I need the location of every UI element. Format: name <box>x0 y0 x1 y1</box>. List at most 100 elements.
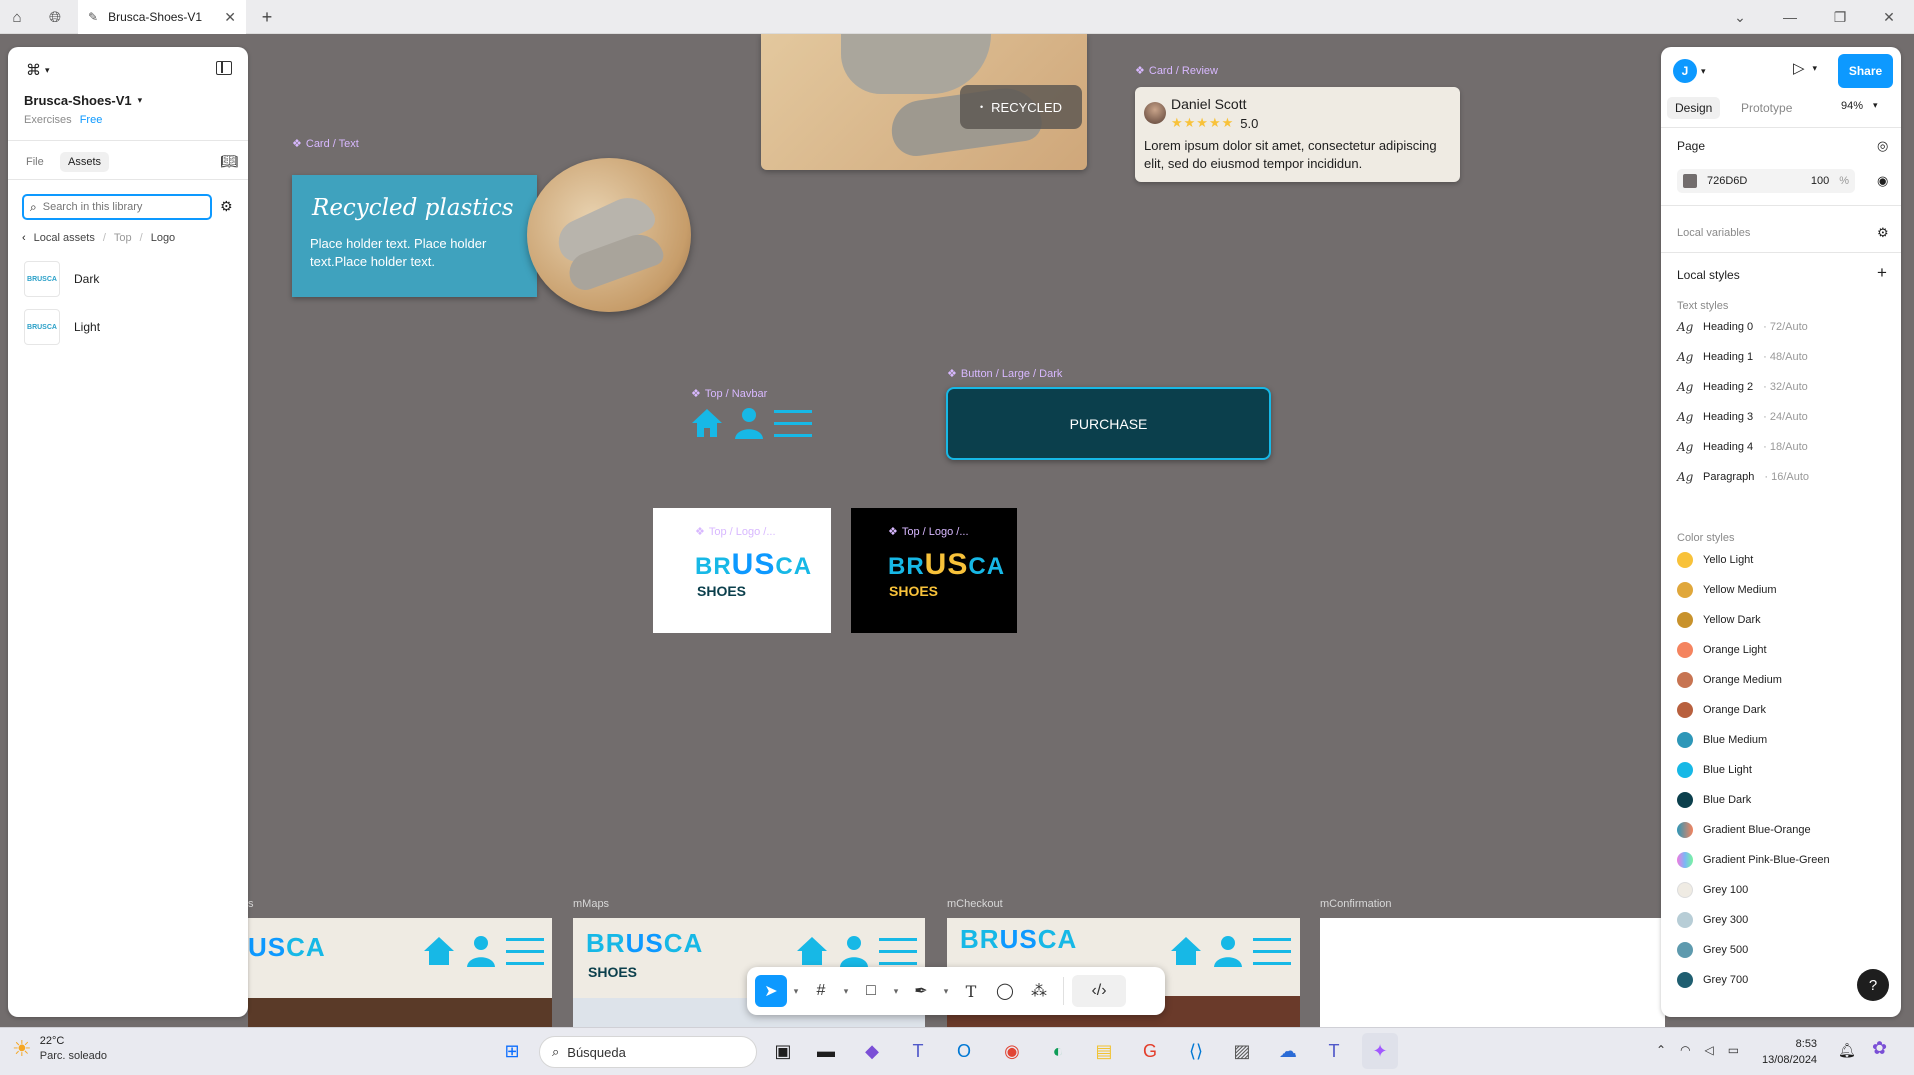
frame-label-0[interactable]: s <box>248 898 254 910</box>
frame-label-checkout[interactable]: mCheckout <box>947 898 1003 910</box>
frame-label-confirmation[interactable]: mConfirmation <box>1320 898 1392 910</box>
asset-item-light[interactable]: BRUSCA Light <box>24 309 100 345</box>
teams-icon[interactable]: T <box>900 1033 936 1069</box>
task-view-icon[interactable]: ▣ <box>765 1033 801 1069</box>
file-tab[interactable]: ✎ Brusca-Shoes-V1 ✕ <box>78 0 246 34</box>
color-style-item[interactable]: Gradient Blue-Orange <box>1677 815 1830 845</box>
color-style-item[interactable]: Grey 700 <box>1677 965 1830 995</box>
chevron-down-icon[interactable]: ▾ <box>889 975 903 1007</box>
back-chevron-icon[interactable]: ‹ <box>22 232 26 244</box>
restore-icon[interactable]: ❐ <box>1815 0 1865 34</box>
color-style-item[interactable]: Yello Light <box>1677 545 1830 575</box>
tab-prototype[interactable]: Prototype <box>1733 97 1800 119</box>
page-settings-icon[interactable]: ◎ <box>1877 138 1888 154</box>
text-tool-icon[interactable]: T <box>955 975 987 1007</box>
text-style-item[interactable]: Ag Heading 2 · 32/Auto <box>1677 372 1809 402</box>
variables-settings-icon[interactable]: ⚙︎ <box>1877 225 1889 241</box>
user-menu[interactable]: J ▾ <box>1673 59 1706 83</box>
card-text-label[interactable]: ❖ Card / Text <box>292 137 359 151</box>
color-style-item[interactable]: Gradient Pink-Blue-Green <box>1677 845 1830 875</box>
vscode-icon[interactable]: ⟨⟩ <box>1178 1033 1214 1069</box>
copilot-icon[interactable]: ✿ <box>1872 1038 1887 1059</box>
globe-icon[interactable]: 🌐︎ <box>38 0 72 34</box>
color-style-item[interactable]: Blue Dark <box>1677 785 1830 815</box>
color-style-item[interactable]: Orange Medium <box>1677 665 1830 695</box>
chrome-icon[interactable]: ◉ <box>994 1033 1030 1069</box>
local-variables[interactable]: Local variables <box>1677 227 1750 239</box>
add-style-icon[interactable]: + <box>1877 263 1887 283</box>
color-style-item[interactable]: Orange Light <box>1677 635 1830 665</box>
card-text[interactable]: Recycled plastics Place holder text. Pla… <box>292 175 537 297</box>
canvas[interactable]: ❖ Card / Text Recycled plastics Place hol… <box>0 34 1914 1027</box>
button-label[interactable]: ❖ Button / Large / Dark <box>947 367 1062 381</box>
app-g-icon[interactable]: G <box>1132 1033 1168 1069</box>
frame-label-maps[interactable]: mMaps <box>573 898 609 910</box>
minimize-icon[interactable]: — <box>1765 0 1815 34</box>
frame-tool-icon[interactable]: # <box>805 975 837 1007</box>
logo-dark-frame[interactable]: ❖ Top / Logo /... BRUSCA SHOES <box>851 508 1017 633</box>
present-button[interactable]: ▷ ▾ <box>1793 59 1817 77</box>
clock[interactable]: 8:53 13/08/2024 <box>1762 1036 1817 1068</box>
filter-settings-icon[interactable]: ⚙︎ <box>220 198 233 215</box>
page-color-field[interactable]: 726D6D 100 % <box>1677 169 1855 193</box>
navbar-label[interactable]: ❖ Top / Navbar <box>691 387 767 401</box>
color-style-item[interactable]: Orange Dark <box>1677 695 1830 725</box>
cloud-icon[interactable]: ☁ <box>1270 1033 1306 1069</box>
help-button[interactable]: ? <box>1857 969 1889 1001</box>
outlook-icon[interactable]: O <box>946 1033 982 1069</box>
main-menu-button[interactable]: ⌘ ▾ <box>26 61 50 79</box>
weather-widget[interactable]: ☀ 22°C Parc. soleado <box>12 1034 107 1064</box>
card-review[interactable]: Daniel Scott ★★★★★ 5.0 Lorem ipsum dolor… <box>1135 87 1460 182</box>
comment-tool-icon[interactable]: ◯ <box>989 975 1021 1007</box>
color-style-item[interactable]: Grey 100 <box>1677 875 1830 905</box>
figma-taskbar-icon[interactable]: ✦ <box>1362 1033 1398 1069</box>
text-style-item[interactable]: Ag Heading 1 · 48/Auto <box>1677 342 1809 372</box>
library-icon[interactable]: 📖︎ <box>220 153 238 170</box>
breadcrumb-root[interactable]: Local assets <box>34 232 95 244</box>
share-button[interactable]: Share <box>1838 54 1893 88</box>
visibility-eye-icon[interactable]: ◉ <box>1877 173 1888 189</box>
zoom-dropdown[interactable]: 94% ▾ <box>1841 100 1878 112</box>
tab-assets[interactable]: Assets <box>60 152 110 172</box>
chevron-down-icon[interactable]: ▾ <box>939 975 953 1007</box>
navbar[interactable] <box>690 406 812 440</box>
frame-0[interactable]: USCA <box>248 918 552 1027</box>
text-style-item[interactable]: Ag Heading 0 · 72/Auto <box>1677 312 1809 342</box>
teams-alt-icon[interactable]: T <box>1316 1033 1352 1069</box>
color-style-item[interactable]: Grey 500 <box>1677 935 1830 965</box>
search-field[interactable]: ⌕ <box>22 194 212 220</box>
photos-icon[interactable]: ▨ <box>1224 1033 1260 1069</box>
logo-light-frame[interactable]: ❖ Top / Logo /... BRUSCA SHOES <box>653 508 831 633</box>
color-style-item[interactable]: Blue Light <box>1677 755 1830 785</box>
file-explorer-icon[interactable]: ▤ <box>1086 1033 1122 1069</box>
chevron-down-icon[interactable]: ▾ <box>839 975 853 1007</box>
purchase-button[interactable]: PURCHASE <box>946 387 1271 460</box>
card-review-label[interactable]: ❖ Card / Review <box>1135 64 1218 78</box>
home-icon[interactable]: ⌂ <box>0 0 34 34</box>
new-tab-icon[interactable]: + <box>250 0 284 34</box>
chevron-down-icon[interactable]: ⌄ <box>1715 0 1765 34</box>
rectangle-tool-icon[interactable]: □ <box>855 975 887 1007</box>
system-tray[interactable]: ⌃ ◠ ◁ ▭ <box>1656 1043 1739 1057</box>
close-window-icon[interactable]: ✕ <box>1864 0 1914 34</box>
tab-design[interactable]: Design <box>1667 97 1721 119</box>
notification-bell-icon[interactable]: 🔔︎ <box>1838 1042 1856 1059</box>
color-style-item[interactable]: Blue Medium <box>1677 725 1830 755</box>
dev-mode-toggle-icon[interactable]: ‹/› <box>1072 975 1126 1007</box>
color-style-item[interactable]: Yellow Medium <box>1677 575 1830 605</box>
pen-tool-icon[interactable]: ✒ <box>905 975 937 1007</box>
asset-item-dark[interactable]: BRUSCA Dark <box>24 261 99 297</box>
edge-icon[interactable]: ◐ <box>1040 1033 1076 1069</box>
toggle-sidebar-icon[interactable] <box>216 61 232 75</box>
taskbar-search[interactable]: ⌕ Búsqueda <box>539 1036 757 1068</box>
search-input[interactable] <box>42 201 193 213</box>
tab-file[interactable]: File <box>18 152 52 172</box>
app-icon[interactable]: ◆ <box>854 1033 890 1069</box>
breadcrumb-top[interactable]: Top <box>114 232 132 244</box>
resources-tool-icon[interactable]: ⁂ <box>1023 975 1055 1007</box>
terminal-icon[interactable]: ▬ <box>808 1033 844 1069</box>
text-style-item[interactable]: Ag Paragraph · 16/Auto <box>1677 462 1809 492</box>
windows-start-icon[interactable]: ⊞ <box>494 1033 530 1069</box>
frame-confirmation[interactable] <box>1320 918 1665 1027</box>
close-tab-icon[interactable]: ✕ <box>224 9 236 26</box>
